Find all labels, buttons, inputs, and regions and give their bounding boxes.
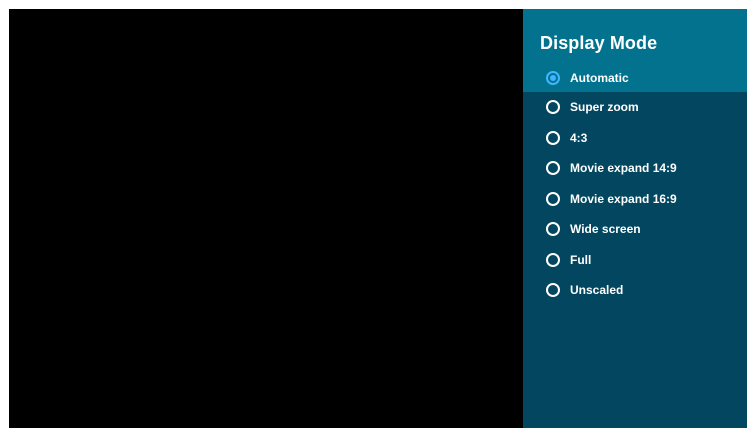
radio-unchecked-icon	[546, 130, 560, 145]
option-label: Movie expand 14:9	[570, 161, 677, 176]
option-label: Movie expand 16:9	[570, 191, 677, 206]
option-label: Full	[570, 252, 592, 267]
option-label: Unscaled	[570, 283, 624, 298]
radio-unchecked-icon	[546, 161, 560, 176]
radio-unchecked-icon	[546, 252, 560, 267]
option-super-zoom[interactable]: Super zoom	[523, 92, 747, 123]
panel-title: Display Mode	[540, 33, 658, 53]
option-label: Wide screen	[570, 222, 641, 237]
video-area	[9, 9, 523, 428]
radio-unchecked-icon	[546, 222, 560, 237]
panel-header: Display Mode	[523, 9, 747, 63]
option-label: Automatic	[570, 70, 629, 85]
option-wide-screen[interactable]: Wide screen	[523, 214, 747, 245]
option-movie-expand-14-9[interactable]: Movie expand 14:9	[523, 153, 747, 184]
radio-checked-icon	[546, 70, 560, 85]
option-label: Super zoom	[570, 100, 639, 115]
display-mode-panel: Display Mode Automatic Super zoom 4:3 Mo…	[523, 9, 747, 428]
radio-unchecked-icon	[546, 100, 560, 115]
display-mode-options: Automatic Super zoom 4:3 Movie expand 14…	[523, 63, 747, 306]
option-movie-expand-16-9[interactable]: Movie expand 16:9	[523, 184, 747, 215]
radio-unchecked-icon	[546, 283, 560, 298]
option-full[interactable]: Full	[523, 245, 747, 276]
radio-unchecked-icon	[546, 191, 560, 206]
option-label: 4:3	[570, 130, 588, 145]
option-4-3[interactable]: 4:3	[523, 123, 747, 154]
option-unscaled[interactable]: Unscaled	[523, 275, 747, 306]
tv-screen: Display Mode Automatic Super zoom 4:3 Mo…	[9, 9, 747, 428]
option-automatic[interactable]: Automatic	[523, 63, 747, 92]
